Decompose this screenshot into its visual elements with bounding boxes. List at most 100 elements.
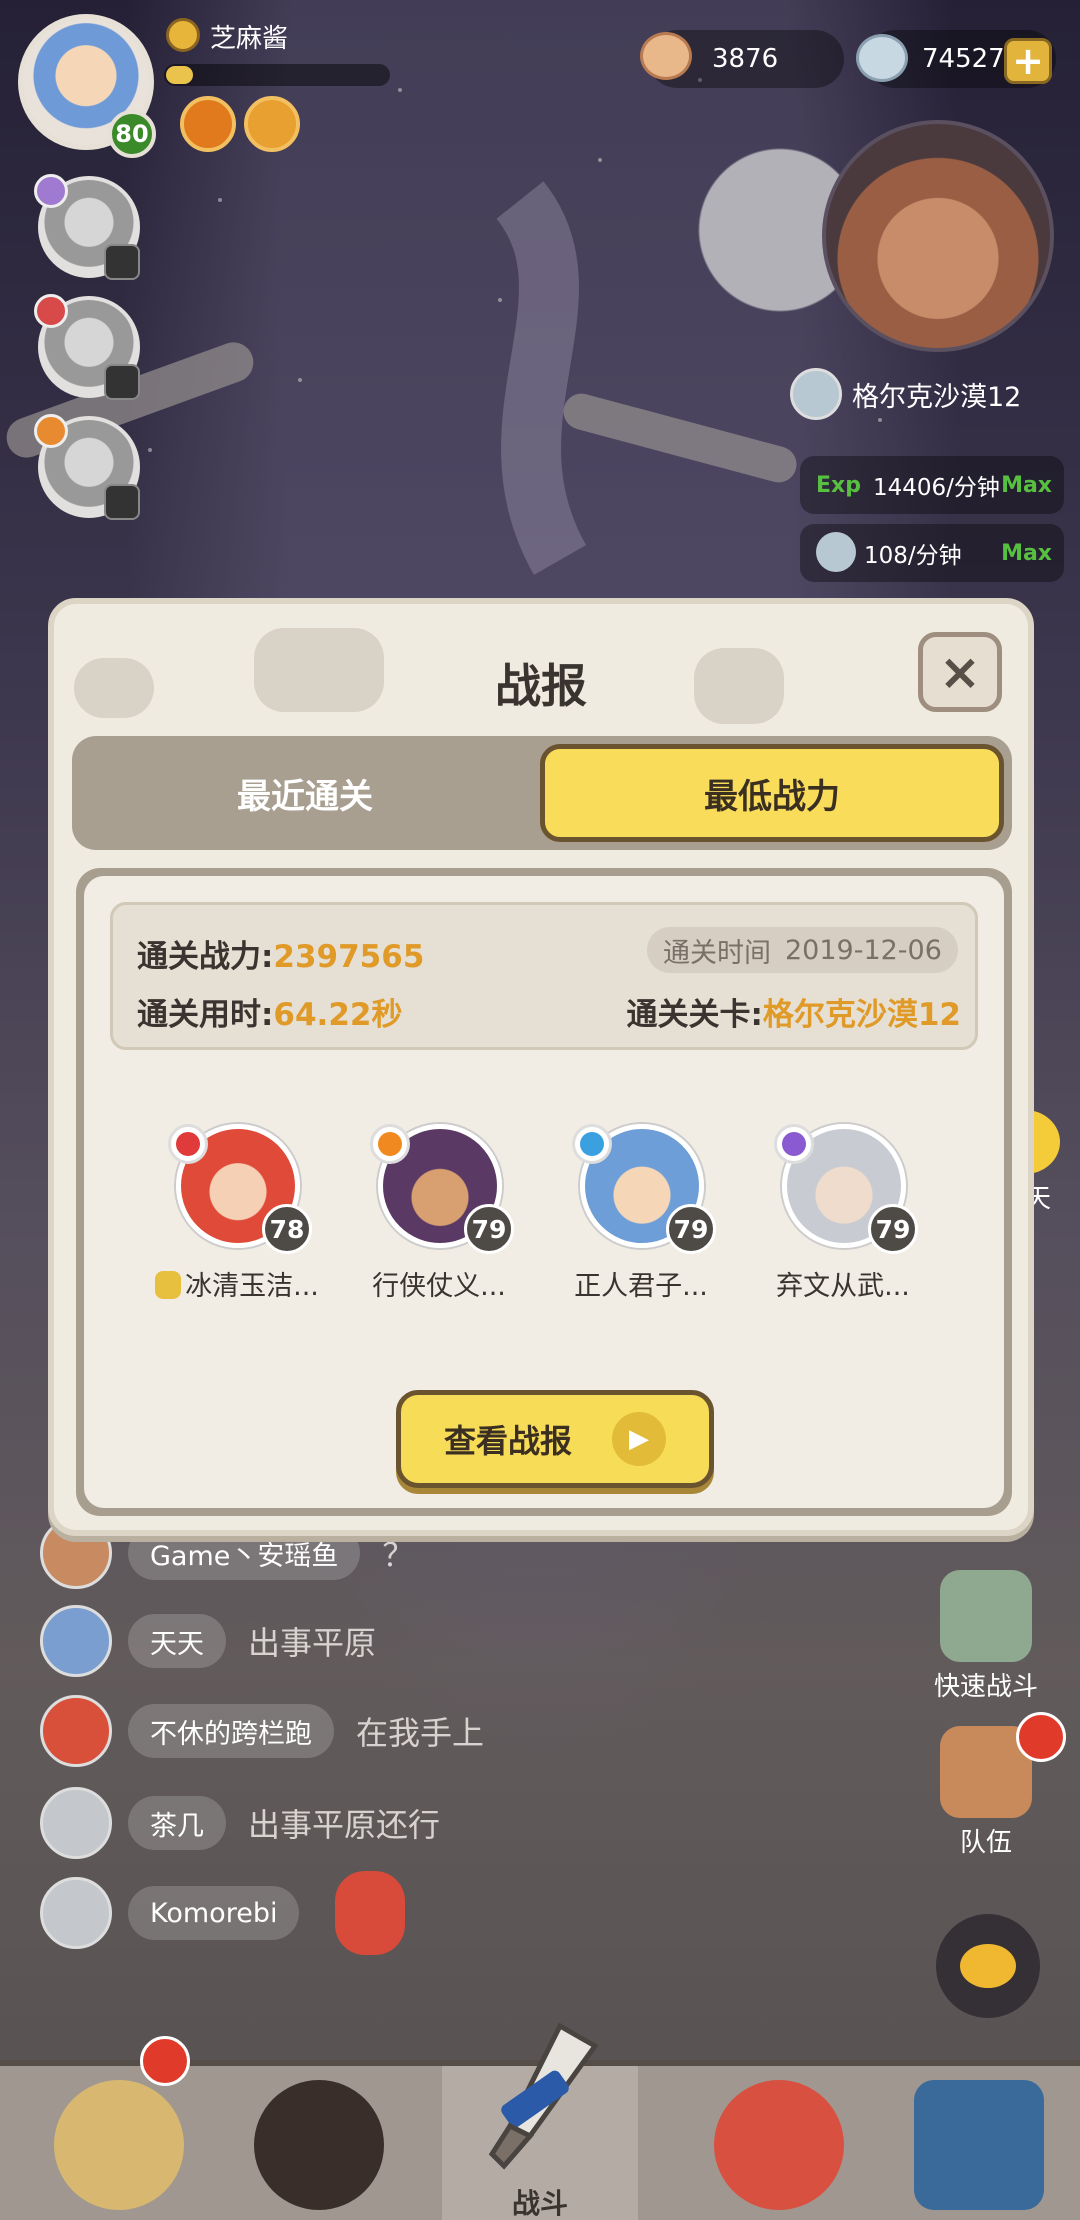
quick-battle-icon bbox=[940, 1570, 1032, 1662]
chat-text: 在我手上 bbox=[356, 1714, 485, 1752]
lock-icon bbox=[104, 244, 140, 280]
hero-level: 78 bbox=[262, 1204, 312, 1254]
clear-duration-value: 64.22秒 bbox=[273, 997, 403, 1033]
lock-icon bbox=[104, 364, 140, 400]
element-water-icon bbox=[572, 1124, 612, 1164]
play-icon: ▶ bbox=[612, 1412, 666, 1466]
buff-paw-icon[interactable] bbox=[180, 96, 236, 152]
pearl-rate: 108/分钟 bbox=[864, 543, 962, 569]
exp-tag: Exp bbox=[816, 472, 861, 498]
element-flame-icon bbox=[370, 1124, 410, 1164]
element-icon bbox=[34, 414, 68, 448]
clear-time-label: 通关时间 bbox=[663, 937, 771, 969]
hero-name: 弃文从武... bbox=[776, 1271, 910, 1302]
avatar[interactable] bbox=[40, 1695, 112, 1767]
nav-heroes[interactable] bbox=[220, 2066, 416, 2220]
clear-power: 通关战力:2397565 bbox=[137, 931, 424, 976]
view-battle-report-label: 查看战报 bbox=[443, 1422, 572, 1460]
add-currency-button[interactable]: + bbox=[1004, 38, 1052, 84]
report-content: 通关战力:2397565 通关时间 2019-12-06 通关用时:64.22秒 … bbox=[84, 876, 1004, 1508]
close-button[interactable]: × bbox=[918, 632, 1002, 712]
clear-time-chip: 通关时间 2019-12-06 bbox=[647, 927, 958, 973]
avatar[interactable] bbox=[40, 1605, 112, 1677]
notification-bell-icon bbox=[140, 2036, 190, 2086]
nav-battle-label: 战斗 bbox=[511, 2187, 568, 2220]
dialog-title: 战报 bbox=[495, 659, 587, 713]
nav-portal[interactable] bbox=[880, 2066, 1076, 2220]
tab-bar: 最近通关 最低战力 bbox=[72, 736, 1012, 850]
team-label: 队伍 bbox=[959, 1828, 1012, 1858]
element-fire-icon bbox=[168, 1124, 208, 1164]
pearl-icon bbox=[856, 34, 908, 82]
lock-icon bbox=[104, 484, 140, 520]
shell-count: 3876 bbox=[712, 44, 779, 74]
chat-message: Komorebi bbox=[40, 1871, 406, 1955]
stage-minimap[interactable] bbox=[822, 120, 1054, 352]
player-exp-bar bbox=[164, 64, 390, 86]
tab-recent-clear[interactable]: 最近通关 bbox=[80, 744, 530, 842]
chat-message: 不休的跨栏跑 在我手上 bbox=[40, 1694, 484, 1768]
clear-power-label: 通关战力: bbox=[137, 939, 274, 975]
exp-rate-row: Exp 14406/分钟 Max bbox=[800, 456, 1064, 514]
shield-icon bbox=[155, 1271, 182, 1299]
pearl-icon bbox=[790, 368, 842, 420]
chat-message: 茶几 出事平原还行 bbox=[40, 1786, 440, 1860]
chat-sender[interactable]: 不休的跨栏跑 bbox=[128, 1704, 334, 1758]
chat-sender[interactable]: Komorebi bbox=[128, 1886, 300, 1940]
clear-stage-value: 格尔克沙漠12 bbox=[762, 997, 961, 1033]
dino-sticker-icon bbox=[335, 1871, 406, 1955]
battle-report-dialog: 战报 × 最近通关 最低战力 通关战力:2397565 通关时间 2019-12-… bbox=[48, 598, 1034, 1536]
pearl-max-label: Max bbox=[1001, 540, 1052, 566]
chat-sender[interactable]: 天天 bbox=[128, 1614, 226, 1668]
exp-max-label: Max bbox=[1001, 472, 1052, 498]
report-content-frame: 通关战力:2397565 通关时间 2019-12-06 通关用时:64.22秒 … bbox=[76, 868, 1012, 1516]
player-level-badge: 80 bbox=[108, 110, 156, 158]
player-exp-fill bbox=[166, 66, 193, 84]
hero-level: 79 bbox=[464, 1204, 514, 1254]
nav-tribe[interactable] bbox=[20, 2066, 216, 2220]
buff-swirl-icon[interactable] bbox=[244, 96, 300, 152]
clear-stats-panel: 通关战力:2397565 通关时间 2019-12-06 通关用时:64.22秒 … bbox=[110, 902, 978, 1050]
clear-stage-label: 通关关卡: bbox=[626, 997, 763, 1033]
quick-battle-button[interactable]: 快速战斗 bbox=[926, 1570, 1046, 1703]
portal-gate-icon bbox=[914, 2080, 1044, 2210]
chat-message: 天天 出事平原 bbox=[40, 1604, 376, 1678]
chat-sender[interactable]: 茶几 bbox=[128, 1796, 226, 1850]
chat-bubble-icon bbox=[960, 1944, 1016, 1988]
hero-name: 冰清玉洁... bbox=[144, 1264, 330, 1303]
hero-name: 正人君子... bbox=[574, 1271, 708, 1302]
hero-name: 行侠仗义... bbox=[372, 1271, 506, 1302]
element-icon bbox=[34, 174, 68, 208]
current-stage-name: 格尔克沙漠12 bbox=[852, 381, 1022, 413]
chat-text: 出事平原 bbox=[248, 1624, 377, 1662]
quick-battle-label: 快速战斗 bbox=[933, 1672, 1038, 1702]
player-name: 芝麻酱 bbox=[210, 24, 289, 54]
hero-name-text: 冰清玉洁... bbox=[185, 1271, 319, 1302]
notification-bell-icon bbox=[1016, 1712, 1066, 1762]
current-stage[interactable]: 格尔克沙漠12 bbox=[790, 364, 1021, 424]
pearl-count: 74527 bbox=[922, 44, 1005, 74]
element-void-icon bbox=[774, 1124, 814, 1164]
hero-level: 79 bbox=[868, 1204, 918, 1254]
shell-icon bbox=[640, 32, 692, 80]
tab-lowest-power[interactable]: 最低战力 bbox=[540, 744, 1004, 842]
avatar[interactable] bbox=[40, 1787, 112, 1859]
element-icon bbox=[34, 294, 68, 328]
hero-level: 79 bbox=[666, 1204, 716, 1254]
clear-time-value: 2019-12-06 bbox=[785, 934, 942, 966]
view-battle-report-button[interactable]: 查看战报 ▶ bbox=[396, 1390, 714, 1488]
clear-duration-label: 通关用时: bbox=[137, 997, 274, 1033]
dino-pet-icon bbox=[714, 2080, 844, 2210]
hero-face-icon bbox=[254, 2080, 384, 2210]
sword-icon bbox=[488, 2022, 599, 2170]
avatar[interactable] bbox=[40, 1877, 112, 1949]
nav-pets[interactable] bbox=[680, 2066, 876, 2220]
chat-text: ？ bbox=[382, 1536, 415, 1574]
exp-rate: 14406/分钟 bbox=[872, 475, 1000, 501]
chat-text: 出事平原还行 bbox=[248, 1806, 441, 1844]
chat-button[interactable] bbox=[936, 1914, 1040, 2018]
clear-stage: 通关关卡:格尔克沙漠12 bbox=[626, 989, 961, 1034]
player-title-icon bbox=[166, 18, 200, 52]
clear-duration: 通关用时:64.22秒 bbox=[137, 989, 402, 1034]
tribe-chief-icon bbox=[54, 2080, 184, 2210]
